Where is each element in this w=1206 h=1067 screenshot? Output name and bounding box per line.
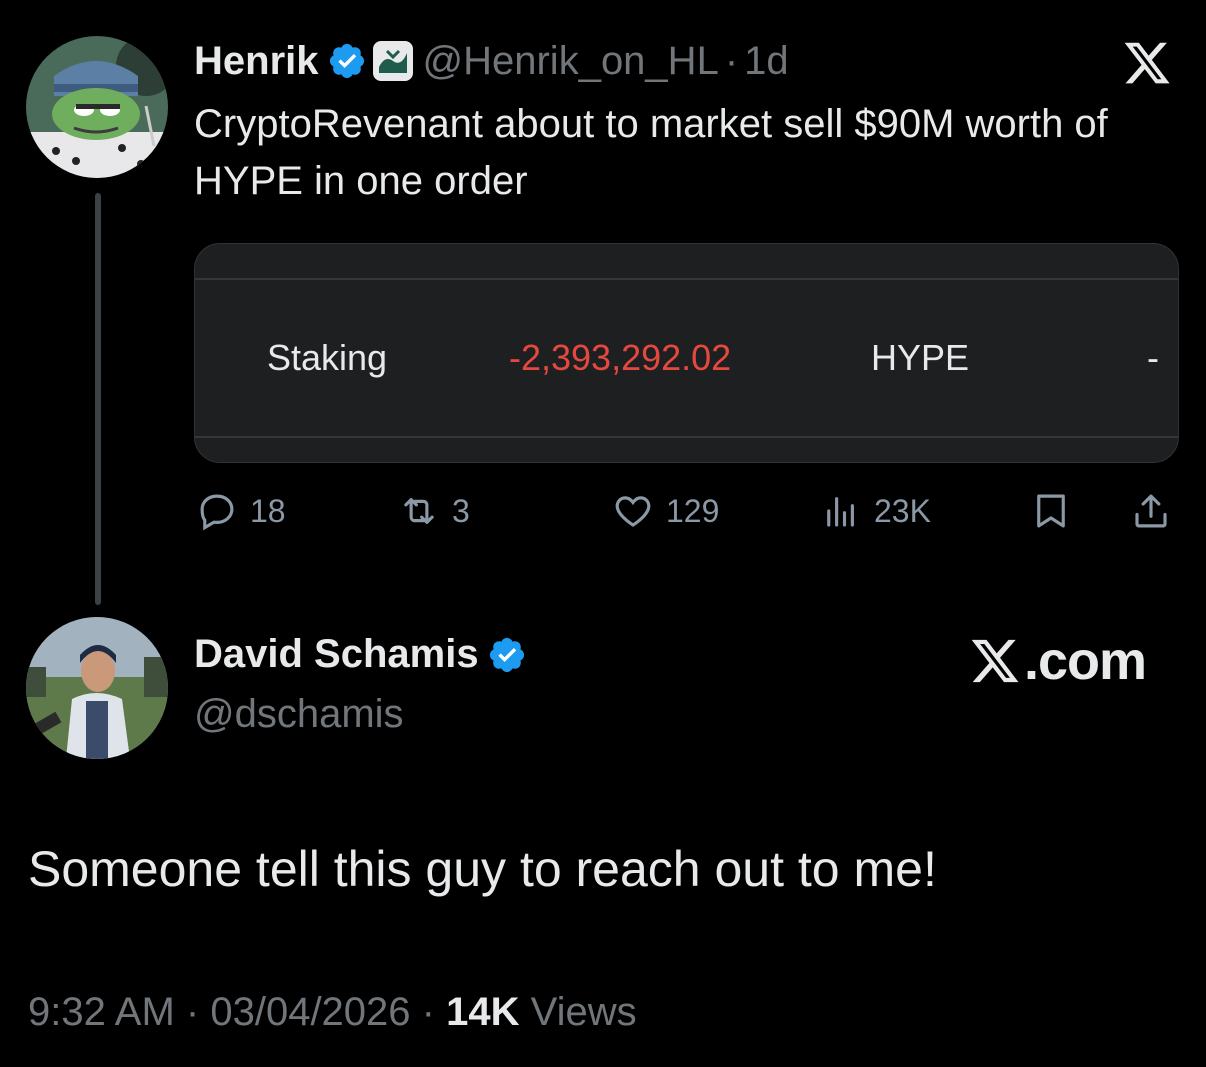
tweet-date[interactable]: 03/04/2026 <box>210 990 410 1034</box>
henrik-avatar[interactable] <box>26 36 168 178</box>
reply-icon <box>200 494 234 531</box>
quoted-tweet-text: CryptoRevenant about to market sell $90M… <box>194 102 1108 203</box>
reply-button[interactable]: 18 <box>196 490 286 532</box>
x-com-suffix: .com <box>1024 631 1147 691</box>
bookmark-button[interactable] <box>1030 490 1072 532</box>
verified-badge-icon <box>329 43 364 79</box>
heart-icon <box>615 496 651 527</box>
card-extra: - <box>1147 337 1159 378</box>
tweet-header: David Schamis <box>194 632 527 677</box>
like-count: 129 <box>666 492 720 529</box>
separator: · <box>724 38 739 83</box>
author-handle[interactable]: @Henrik_on_HL <box>423 39 719 84</box>
views-icon <box>827 497 854 527</box>
card-label: Staking <box>267 337 388 378</box>
share-icon <box>1135 494 1167 528</box>
repost-button[interactable]: 3 <box>398 490 470 532</box>
views-count: 14K <box>446 990 520 1034</box>
tweet-meta: 9:32 AM · 03/04/2026 · 14K Views <box>28 990 637 1035</box>
like-button[interactable]: 129 <box>612 490 719 532</box>
verified-badge-icon <box>489 637 524 672</box>
x-logo-icon[interactable] <box>1118 38 1176 88</box>
tweet-time[interactable]: 9:32 AM <box>28 990 175 1034</box>
card-amount: -2,393,292.02 <box>509 337 732 378</box>
tweet-screenshot: Henrik @Henrik_on_HL · 1d CryptoRevenant… <box>0 0 1206 1067</box>
author-handle[interactable]: @dschamis <box>194 692 404 737</box>
x-com-watermark: .com <box>966 630 1147 692</box>
repost-count: 3 <box>452 492 470 529</box>
thread-connector <box>95 193 101 605</box>
card-asset: HYPE <box>871 337 970 378</box>
david-avatar[interactable] <box>26 617 168 759</box>
repost-icon <box>404 498 434 524</box>
relative-time[interactable]: 1d <box>744 39 789 84</box>
card-divider <box>195 436 1178 438</box>
action-bar: 18 3 129 23K <box>0 490 1206 540</box>
quoted-tweet-header: Henrik @Henrik_on_HL · 1d <box>194 36 789 86</box>
views-count: 23K <box>874 492 931 529</box>
separator: · <box>421 990 435 1034</box>
share-button[interactable] <box>1130 490 1172 532</box>
views-button[interactable]: 23K <box>820 490 931 532</box>
author-name[interactable]: Henrik <box>194 39 319 84</box>
tweet-text: Someone tell this guy to reach out to me… <box>28 841 937 897</box>
attached-image-card[interactable]: Staking -2,393,292.02 HYPE - <box>194 243 1179 463</box>
author-name[interactable]: David Schamis <box>194 632 479 677</box>
separator: · <box>185 990 200 1034</box>
bookmark-icon <box>1037 494 1065 528</box>
hyperliquid-badge-icon <box>372 41 413 81</box>
card-divider <box>195 278 1178 280</box>
reply-count: 18 <box>250 492 286 529</box>
x-logo-icon <box>971 639 1019 683</box>
views-label: Views <box>530 990 637 1034</box>
